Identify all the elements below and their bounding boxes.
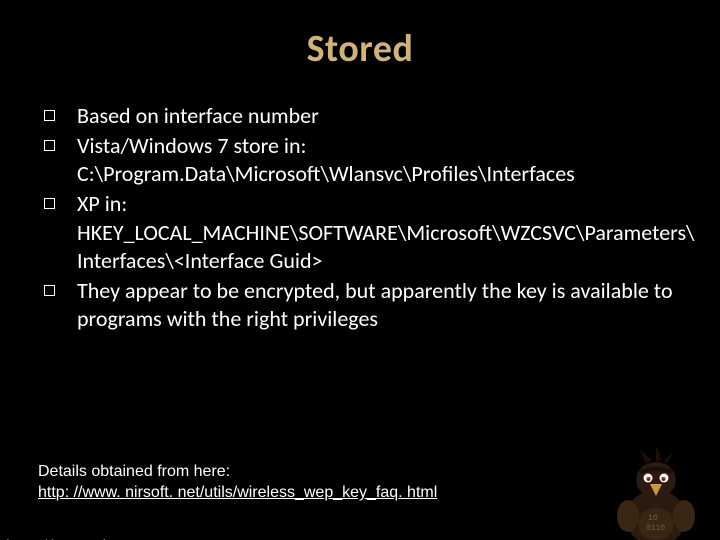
bullet-text: They appear to be encrypted, but apparen…: [77, 277, 696, 333]
bullet-item: Based on interface number: [40, 102, 696, 130]
bullet-marker-icon: [44, 285, 55, 296]
svg-text:10: 10: [648, 514, 658, 523]
bullet-marker-icon: [44, 140, 55, 151]
bullet-item: Vista/Windows 7 store in: C:\Program.Dat…: [40, 132, 696, 188]
mascot-image: 10 0110: [606, 446, 706, 540]
svg-text:0110: 0110: [646, 524, 665, 533]
crow-icon: 10 0110: [606, 446, 706, 540]
bullet-item: XP in: HKEY_LOCAL_MACHINE\SOFTWARE\Micro…: [40, 190, 696, 274]
bullet-list: Based on interface number Vista/Windows …: [40, 102, 696, 333]
bullet-text: XP in: HKEY_LOCAL_MACHINE\SOFTWARE\Micro…: [77, 190, 696, 274]
details-label: Details obtained from here:: [38, 461, 437, 483]
bullet-text: Vista/Windows 7 store in: C:\Program.Dat…: [77, 132, 696, 188]
bullet-marker-icon: [44, 198, 55, 209]
bullet-item: They appear to be encrypted, but apparen…: [40, 277, 696, 333]
slide: Stored Based on interface number Vista/W…: [0, 26, 720, 540]
slide-title: Stored: [0, 26, 720, 72]
details-link[interactable]: http: //www. nirsoft. net/utils/wireless…: [38, 482, 437, 504]
details-block: Details obtained from here: http: //www.…: [38, 461, 437, 504]
bullet-marker-icon: [44, 110, 55, 121]
bullet-text: Based on interface number: [77, 102, 696, 130]
